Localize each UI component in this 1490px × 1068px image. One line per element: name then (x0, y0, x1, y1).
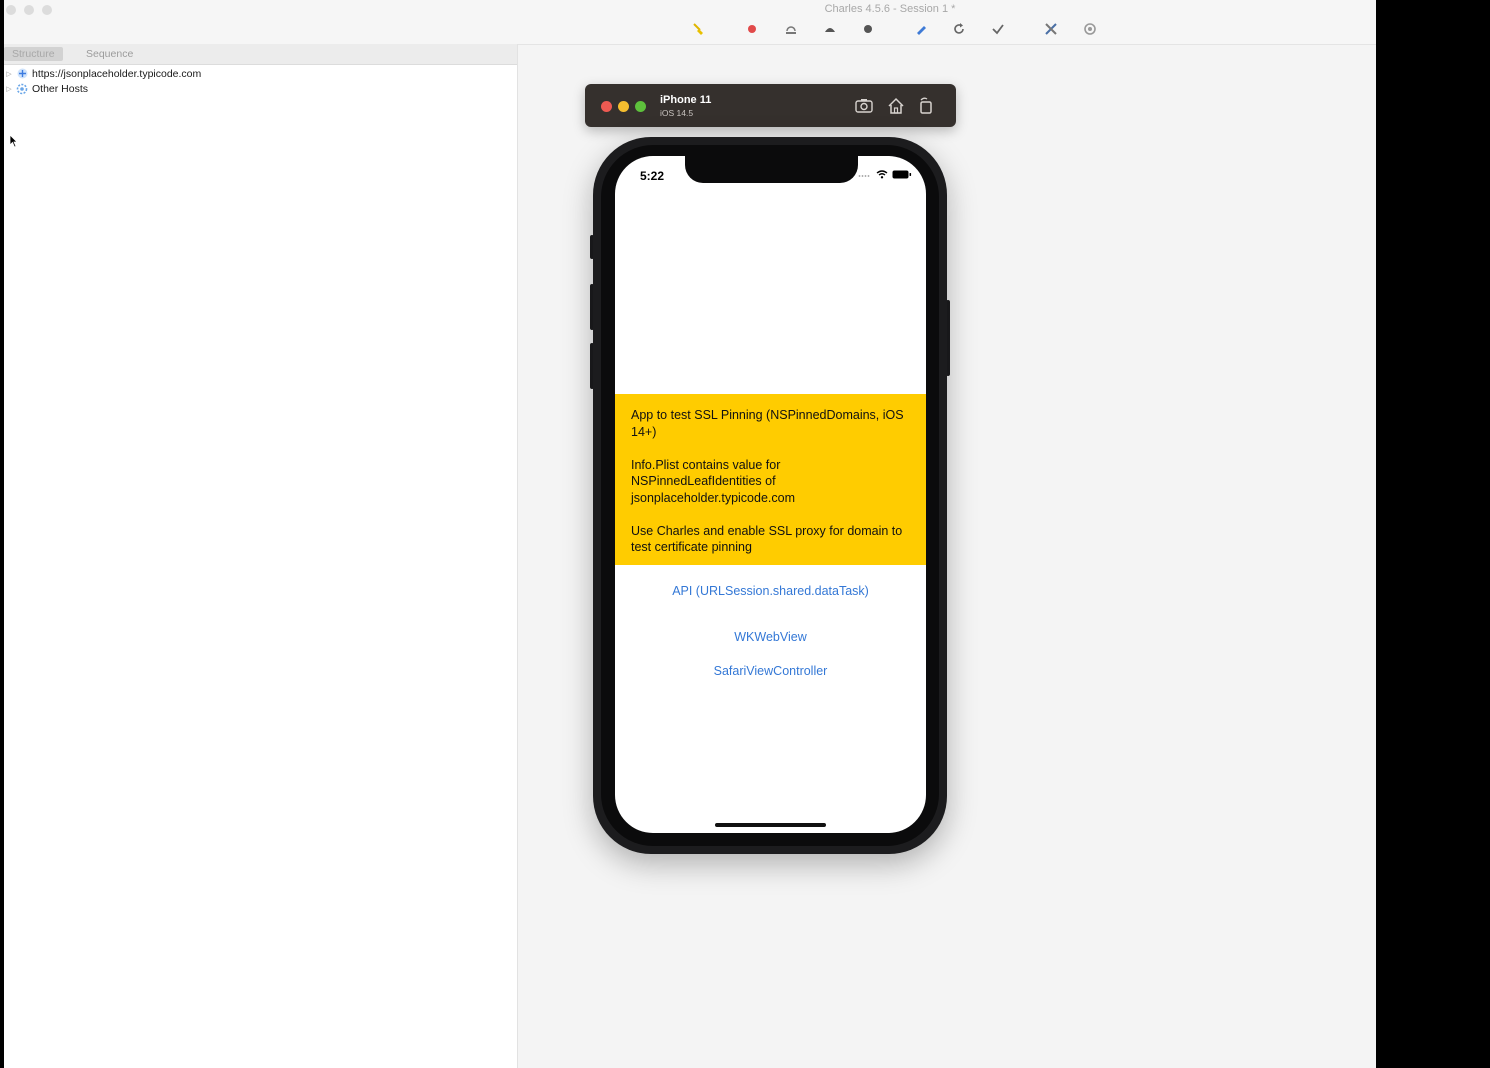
iphone-device: 5:22 App to test SSL Pinning (NSPinnedDo… (593, 137, 947, 854)
api-urlsession-button[interactable]: API (URLSession.shared.dataTask) (615, 584, 926, 598)
tree-item-label: https://jsonplaceholder.typicode.com (32, 67, 202, 80)
signal-icon (858, 174, 870, 177)
home-indicator[interactable] (715, 823, 826, 827)
home-icon[interactable] (886, 96, 906, 116)
broom-icon[interactable] (689, 20, 707, 38)
breakpoint-icon[interactable] (859, 20, 877, 38)
compose-icon[interactable] (912, 20, 930, 38)
simulator-minimize-button[interactable] (618, 101, 629, 112)
simulator-window-controls (601, 101, 646, 112)
window-title: Charles 4.5.6 - Session 1 * (824, 3, 956, 15)
tree-item-host[interactable]: ▷ https://jsonplaceholder.typicode.com (4, 66, 201, 81)
minimize-window-button[interactable] (24, 5, 34, 15)
info-line: Info.Plist contains value for NSPinnedLe… (631, 457, 795, 505)
toolbar (0, 20, 1376, 40)
tab-structure[interactable]: Structure (4, 47, 63, 61)
wkwebview-button[interactable]: WKWebView (615, 630, 926, 644)
info-text: App to test SSL Pinning (NSPinnedDomains… (631, 407, 913, 572)
simulator-zoom-button[interactable] (635, 101, 646, 112)
record-icon[interactable] (743, 20, 761, 38)
screenshot-icon[interactable] (854, 96, 874, 116)
status-indicators (858, 170, 912, 179)
repeat-icon[interactable] (950, 20, 968, 38)
phone-screen: 5:22 App to test SSL Pinning (NSPinnedDo… (615, 156, 926, 833)
simulator-os-version: iOS 14.5 (660, 108, 694, 118)
info-line: App to test SSL Pinning (NSPinnedDomains… (631, 408, 904, 439)
tab-sequence[interactable]: Sequence (78, 47, 141, 61)
battery-icon (892, 170, 912, 179)
settings-icon[interactable] (1081, 20, 1099, 38)
rotate-icon[interactable] (916, 96, 936, 116)
validate-icon[interactable] (989, 20, 1007, 38)
tree-item-label: Other Hosts (32, 82, 89, 95)
window-controls (6, 5, 52, 15)
mouse-cursor-icon (9, 134, 18, 148)
window-edge (0, 0, 4, 1068)
simulator-device-name: iPhone 11 (660, 94, 712, 106)
gear-host-icon (16, 83, 28, 95)
throttle-icon[interactable] (782, 20, 800, 38)
wifi-icon (876, 170, 888, 179)
info-line: Use Charles and enable SSL proxy for dom… (631, 523, 903, 555)
simulator-title-bar: iPhone 11 iOS 14.5 (585, 84, 956, 127)
disclosure-arrow-icon[interactable]: ▷ (4, 70, 14, 78)
title-bar: Charles 4.5.6 - Session 1 * (0, 0, 1376, 45)
disclosure-arrow-icon[interactable]: ▷ (4, 85, 14, 93)
info-banner: App to test SSL Pinning (NSPinnedDomains… (615, 394, 926, 565)
tools-icon[interactable] (1042, 20, 1060, 38)
charles-window: Charles 4.5.6 - Session 1 * Structure Se… (0, 0, 1376, 1068)
simulator-close-button[interactable] (601, 101, 612, 112)
view-tabs: Structure Sequence (4, 44, 517, 65)
close-window-button[interactable] (6, 5, 16, 15)
tree-item-other-hosts[interactable]: ▷ Other Hosts (4, 81, 88, 96)
notch (685, 156, 858, 183)
structure-panel: Structure Sequence ▷ https://jsonplaceho… (4, 44, 518, 1068)
lock-globe-icon (16, 68, 28, 80)
zoom-window-button[interactable] (42, 5, 52, 15)
status-time: 5:22 (640, 169, 665, 183)
safari-view-controller-button[interactable]: SafariViewController (615, 664, 926, 678)
turtle-icon[interactable] (821, 20, 839, 38)
